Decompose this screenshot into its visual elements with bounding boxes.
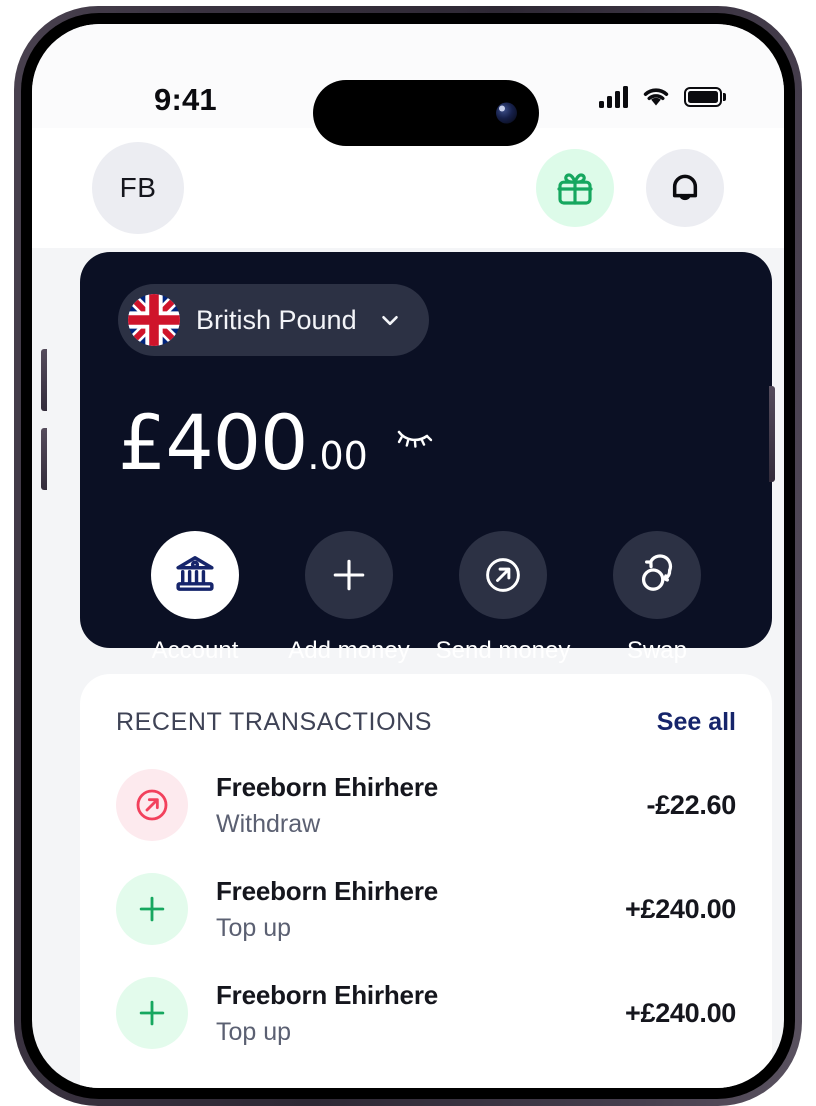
- wifi-icon: [642, 86, 670, 108]
- transactions-header: RECENT TRANSACTIONS See all: [116, 708, 736, 737]
- transaction-amount: +£240.00: [625, 894, 736, 925]
- volume-down-button[interactable]: [41, 428, 47, 490]
- action-send-money-label: Send money: [436, 637, 571, 665]
- currency-label: British Pound: [196, 305, 357, 336]
- currency-selector[interactable]: British Pound: [118, 284, 429, 356]
- arrow-up-right-circle-icon: [132, 785, 172, 825]
- front-camera-icon: [496, 103, 517, 124]
- action-swap-label: Swap: [627, 637, 687, 665]
- action-account-icon-wrap: [151, 531, 239, 619]
- action-account[interactable]: Account: [118, 531, 272, 665]
- status-bar-icons: [599, 86, 722, 108]
- action-add-money-label: Add money: [288, 637, 409, 665]
- avatar[interactable]: FB: [92, 142, 184, 234]
- plus-icon: [132, 993, 172, 1033]
- action-add-money[interactable]: Add money: [272, 531, 426, 665]
- arrow-up-right-circle-icon: [481, 553, 525, 597]
- transaction-amount: +£240.00: [625, 998, 736, 1029]
- transaction-icon: [116, 977, 188, 1049]
- chevron-down-icon: [377, 307, 403, 333]
- gift-icon: [555, 168, 595, 208]
- action-send-money-icon-wrap: [459, 531, 547, 619]
- transaction-name: Freeborn Ehirhere: [216, 772, 438, 803]
- transaction-text: Freeborn Ehirhere Top up: [216, 876, 438, 943]
- volume-up-button[interactable]: [41, 349, 47, 411]
- eye-closed-icon: [394, 421, 440, 451]
- transaction-icon: [116, 769, 188, 841]
- action-account-label: Account: [152, 637, 239, 665]
- quick-actions: Account Add money: [118, 531, 734, 665]
- battery-full-icon: [684, 87, 722, 107]
- transaction-type: Top up: [216, 1018, 438, 1047]
- action-swap[interactable]: Swap: [580, 531, 734, 665]
- transaction-name: Freeborn Ehirhere: [216, 980, 438, 1011]
- balance-visibility-toggle[interactable]: [394, 421, 440, 456]
- app-header: FB: [32, 128, 784, 248]
- balance-card: British Pound £400 .00: [80, 252, 772, 648]
- transactions-title: RECENT TRANSACTIONS: [116, 708, 432, 737]
- transaction-type: Withdraw: [216, 810, 438, 839]
- action-swap-icon-wrap: [613, 531, 701, 619]
- bell-icon: [665, 168, 705, 208]
- action-add-money-icon-wrap: [305, 531, 393, 619]
- table-row[interactable]: Freeborn Ehirhere Withdraw -£22.60: [116, 769, 736, 841]
- cellular-bars-icon: [599, 86, 628, 108]
- header-actions: [536, 149, 724, 227]
- phone-frame: 9:41: [14, 6, 802, 1106]
- see-all-link[interactable]: See all: [657, 708, 736, 737]
- transaction-amount: -£22.60: [647, 790, 736, 821]
- transaction-icon: [116, 873, 188, 945]
- bank-icon: [172, 552, 218, 598]
- transaction-name: Freeborn Ehirhere: [216, 876, 438, 907]
- transaction-text: Freeborn Ehirhere Withdraw: [216, 772, 438, 839]
- dynamic-island: [313, 80, 539, 146]
- transaction-type: Top up: [216, 914, 438, 943]
- swap-circles-icon: [634, 552, 680, 598]
- balance-cents: .00: [307, 434, 367, 478]
- phone-screen: 9:41: [32, 24, 784, 1088]
- balance-amount: £400: [118, 398, 307, 487]
- plus-icon: [327, 553, 371, 597]
- table-row[interactable]: Freeborn Ehirhere Top up +£240.00: [116, 873, 736, 945]
- notifications-button[interactable]: [646, 149, 724, 227]
- transactions-card: RECENT TRANSACTIONS See all Freeborn Ehi…: [80, 674, 772, 1088]
- power-button[interactable]: [769, 386, 775, 482]
- rewards-button[interactable]: [536, 149, 614, 227]
- action-send-money[interactable]: Send money: [426, 531, 580, 665]
- table-row[interactable]: Freeborn Ehirhere Top up +£240.00: [116, 977, 736, 1049]
- plus-icon: [132, 889, 172, 929]
- balance-row: £400 .00: [118, 398, 734, 487]
- status-bar-time: 9:41: [154, 82, 217, 118]
- transaction-text: Freeborn Ehirhere Top up: [216, 980, 438, 1047]
- uk-flag-icon: [128, 294, 180, 346]
- phone-bezel: 9:41: [21, 13, 795, 1099]
